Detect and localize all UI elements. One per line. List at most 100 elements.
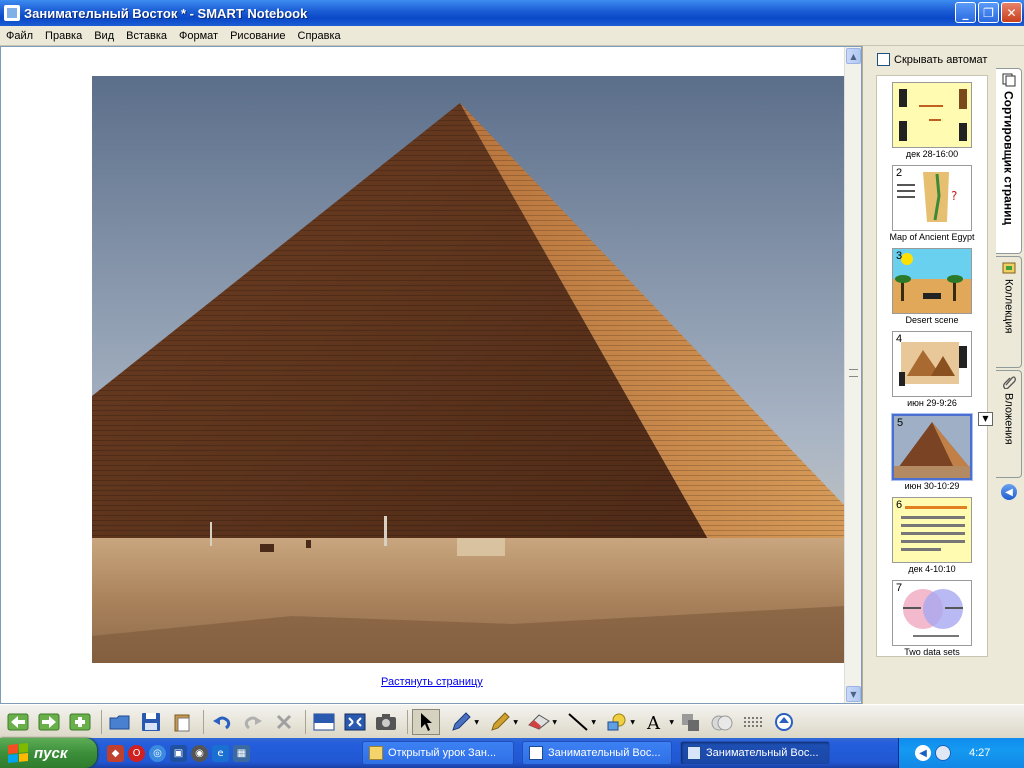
- screen-shade-icon[interactable]: [310, 709, 338, 735]
- minimize-button[interactable]: _: [955, 2, 976, 23]
- autohide-checkbox[interactable]: [877, 53, 890, 66]
- media-icon[interactable]: ◉: [191, 744, 208, 762]
- menu-format[interactable]: Формат: [173, 30, 224, 42]
- menu-file[interactable]: Файл: [0, 30, 39, 42]
- toolbar-separator: [305, 709, 306, 734]
- window-title: Занимательный Восток * - SMART Notebook: [24, 5, 308, 21]
- taskbar-button-lesson[interactable]: Открытый урок Зан...: [362, 741, 514, 765]
- back-arrow-icon[interactable]: [4, 709, 32, 735]
- select-pointer-icon[interactable]: [412, 708, 440, 735]
- quicklaunch-app-icon[interactable]: ◆: [107, 744, 124, 762]
- fill-icon[interactable]: [677, 709, 705, 735]
- thumbnail-image: 7: [892, 580, 972, 646]
- tab-page-sorter[interactable]: Сортировщик страниц: [996, 68, 1022, 254]
- tab-gallery[interactable]: Коллекция: [996, 256, 1022, 368]
- window-controls: _ ❐ ✕: [955, 2, 1022, 23]
- add-page-icon[interactable]: [66, 709, 94, 735]
- toolbar-separator: [407, 709, 408, 734]
- forward-arrow-icon[interactable]: [35, 709, 63, 735]
- save-disk-icon[interactable]: [137, 709, 165, 735]
- browser-icon[interactable]: ◎: [149, 744, 166, 762]
- quick-launch: ◆ O ◎ ▣ ◉ e ▦: [107, 744, 250, 762]
- page-thumbnail[interactable]: 3 Desert scene: [877, 248, 987, 325]
- thumbnail-caption: дек 4-10:10: [908, 564, 956, 574]
- document-icon: [529, 746, 543, 760]
- tray-app-icon[interactable]: [935, 745, 951, 761]
- toolbar-separator: [101, 709, 102, 734]
- tray-back-icon[interactable]: ◀: [915, 745, 931, 761]
- menu-draw[interactable]: Рисование: [224, 30, 291, 42]
- thumbnail-caption: июн 30-10:29: [904, 481, 960, 491]
- eraser-icon[interactable]: ▼: [521, 709, 557, 735]
- close-button[interactable]: ✕: [1001, 2, 1022, 23]
- page-sorter-icon: [1002, 73, 1015, 87]
- svg-text:A: A: [646, 713, 661, 732]
- start-button[interactable]: пуск: [0, 738, 97, 768]
- delete-icon[interactable]: [270, 709, 298, 735]
- page-thumbnail[interactable]: 2 ? Map of Ancient Egypt: [877, 165, 987, 242]
- pen-icon[interactable]: ▼: [443, 709, 479, 735]
- scroll-up-icon[interactable]: ▲: [846, 48, 861, 64]
- menu-view[interactable]: Вид: [88, 30, 120, 42]
- smart-notebook-icon: [4, 5, 20, 21]
- page-menu-dropdown-icon[interactable]: ▼: [978, 412, 993, 426]
- autohide-toggle[interactable]: Скрывать автомат: [877, 53, 987, 66]
- page-thumbnail[interactable]: 6 дек 4-10:10: [877, 497, 987, 574]
- main-toolbar: ▼ ▼ ▼ ▼ ▼ A ▼: [0, 704, 1024, 738]
- thumbnail-caption: Two data sets: [904, 647, 960, 657]
- taskbar-button-word[interactable]: Занимательный Вос...: [522, 741, 672, 765]
- help-icon[interactable]: [770, 709, 798, 735]
- pyramid-photo[interactable]: [92, 76, 845, 663]
- title-bar: Занимательный Восток * - SMART Notebook …: [0, 0, 1024, 26]
- move-toolbar-icon[interactable]: [739, 709, 767, 735]
- scroll-down-icon[interactable]: ▼: [846, 686, 861, 702]
- gallery-icon: [1002, 262, 1015, 274]
- tab-attachments[interactable]: Вложения: [996, 370, 1022, 478]
- internet-explorer-icon[interactable]: e: [212, 744, 229, 762]
- start-label: пуск: [34, 744, 68, 762]
- clock: 4:27: [969, 747, 991, 759]
- thumbnail-caption: июн 29-9:26: [907, 398, 957, 408]
- taskbar-button-notebook[interactable]: Занимательный Вос...: [680, 741, 830, 765]
- camera-icon[interactable]: [372, 709, 400, 735]
- side-panel: Скрывать автомат дек 28-16:00 2 ? Map of…: [862, 46, 996, 704]
- maximize-button[interactable]: ❐: [978, 2, 999, 23]
- redo-icon[interactable]: [239, 709, 267, 735]
- thumbnail-caption: Map of Ancient Egypt: [889, 232, 975, 242]
- svg-text:?: ?: [951, 189, 957, 203]
- full-screen-icon[interactable]: [341, 709, 369, 735]
- menu-edit[interactable]: Правка: [39, 30, 88, 42]
- line-icon[interactable]: ▼: [560, 709, 596, 735]
- page-thumbnail[interactable]: дек 28-16:00: [877, 82, 987, 159]
- stretch-page-link[interactable]: Растянуть страницу: [381, 676, 483, 688]
- paste-icon[interactable]: [168, 709, 196, 735]
- collapse-panel-icon[interactable]: ◀: [1001, 484, 1017, 500]
- thumbnail-image: 2 ?: [892, 165, 972, 231]
- thumbnail-image: 6: [892, 497, 972, 563]
- highlighter-icon[interactable]: ▼: [482, 709, 518, 735]
- properties-icon[interactable]: [708, 709, 736, 735]
- page-sorter: дек 28-16:00 2 ? Map of Ancient Egypt 3 …: [876, 75, 993, 657]
- menu-insert[interactable]: Вставка: [120, 30, 173, 42]
- page-thumbnail[interactable]: 7 Two data sets: [877, 580, 987, 657]
- system-tray: ◀ 4:27: [898, 738, 1024, 768]
- notebook-page[interactable]: Растянуть страницу ▲ ▼: [0, 46, 862, 704]
- paperclip-icon: [1002, 376, 1016, 389]
- shapes-icon[interactable]: ▼: [599, 709, 635, 735]
- save-icon[interactable]: ▣: [170, 744, 187, 762]
- toolbar-separator: [203, 709, 204, 734]
- folder-icon: [369, 746, 383, 760]
- thumbnail-caption: дек 28-16:00: [905, 149, 959, 159]
- vertical-scrollbar[interactable]: ▲ ▼: [844, 47, 861, 703]
- opera-icon[interactable]: O: [128, 744, 145, 762]
- windows-taskbar: пуск ◆ O ◎ ▣ ◉ e ▦ Открытый урок Зан... …: [0, 738, 1024, 768]
- open-folder-icon[interactable]: [106, 709, 134, 735]
- calculator-icon[interactable]: ▦: [233, 744, 250, 762]
- undo-icon[interactable]: [208, 709, 236, 735]
- page-thumbnail[interactable]: 5 ▼ июн 30-10:29: [877, 412, 993, 491]
- side-panel-tabs: Сортировщик страниц Коллекция Вложения ◀: [996, 68, 1024, 508]
- page-thumbnail[interactable]: 4 июн 29-9:26: [877, 331, 987, 408]
- menu-help[interactable]: Справка: [292, 30, 347, 42]
- scroll-grip[interactable]: [849, 369, 858, 377]
- text-icon[interactable]: A ▼: [638, 709, 674, 735]
